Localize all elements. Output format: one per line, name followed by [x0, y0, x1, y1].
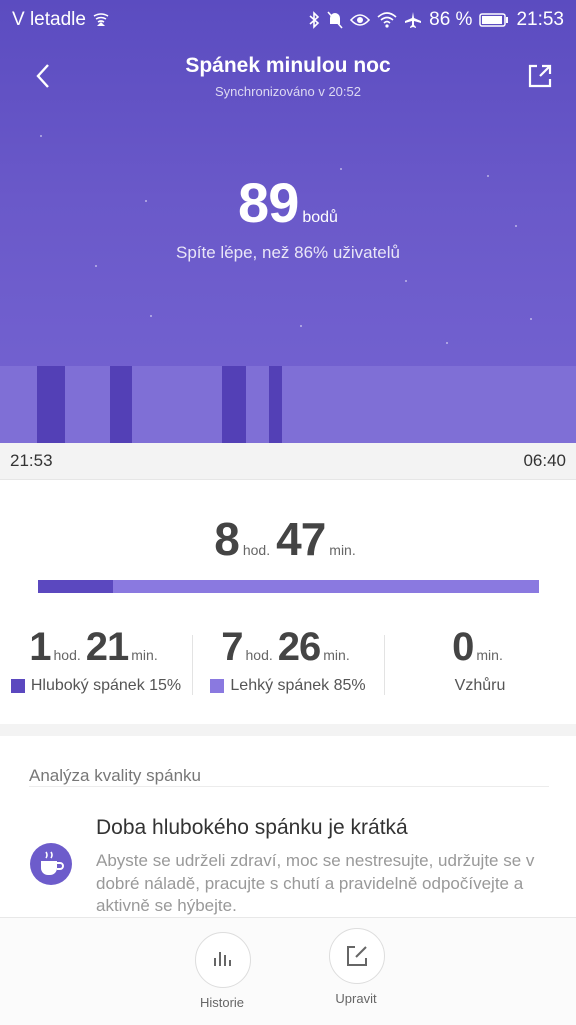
bottom-bar: Historie Upravit	[0, 917, 576, 1025]
light-minutes-unit: min.	[323, 647, 350, 663]
sleep-score: 89 bodů	[0, 170, 576, 235]
deep-sleep-segment	[110, 366, 132, 443]
awake-minutes-unit: min.	[476, 647, 503, 663]
airplay-icon	[92, 13, 110, 27]
page-title: Spánek minulou noc	[185, 54, 391, 77]
wifi-icon	[377, 12, 397, 28]
deep-sleep-segment	[268, 366, 283, 443]
total-hours: 8	[214, 513, 240, 565]
eye-icon	[350, 13, 371, 27]
clock: 21:53	[516, 9, 564, 30]
sleep-end-time: 06:40	[523, 451, 566, 470]
share-icon[interactable]	[524, 60, 556, 92]
light-hours-unit: hod.	[245, 647, 273, 663]
hero-panel: V letadle 86 % 21:53 Spánek minulou noc …	[0, 0, 576, 443]
total-minutes-unit: min.	[329, 542, 356, 558]
sleep-timeline-chart[interactable]	[0, 366, 576, 443]
history-label[interactable]: Historie	[172, 995, 272, 1010]
sleep-start-time: 21:53	[10, 451, 53, 470]
analysis-section-title: Analýza kvality spánku	[29, 766, 201, 785]
airplane-icon	[404, 11, 422, 29]
edit-label[interactable]: Upravit	[306, 991, 406, 1006]
light-sleep-band	[0, 366, 576, 443]
sleep-ratio-bar	[38, 580, 539, 593]
coffee-cup-icon	[30, 843, 72, 885]
status-bar: V letadle 86 % 21:53	[0, 0, 576, 40]
score-unit: bodů	[302, 209, 338, 226]
battery-percent: 86 %	[429, 9, 473, 30]
total-sleep-duration: 8 hod. 47 min.	[0, 512, 576, 566]
deep-sleep-stat: 1 hod. 21 min. Hluboký spánek 15%	[0, 625, 192, 705]
awake-stat: 0 min. Vzhůru	[384, 625, 576, 705]
light-minutes: 26	[277, 625, 321, 669]
mute-icon	[327, 11, 343, 29]
score-comparison: Spíte lépe, než 86% uživatelů	[176, 243, 400, 262]
deep-hours: 1	[29, 625, 51, 669]
light-sleep-swatch	[210, 679, 225, 693]
total-hours-unit: hod.	[242, 542, 271, 558]
tip-body: Abyste se udrželi zdraví, moc se nestres…	[96, 851, 535, 915]
light-hours: 7	[221, 625, 243, 669]
awake-label: Vzhůru	[454, 677, 506, 694]
deep-sleep-label: Hluboký spánek 15%	[30, 677, 182, 694]
bluetooth-icon	[308, 11, 320, 29]
light-sleep-stat: 7 hod. 26 min. Lehký spánek 85%	[192, 625, 384, 705]
section-divider	[0, 724, 576, 736]
score-value: 89	[238, 171, 299, 234]
history-button[interactable]	[195, 932, 251, 988]
tip-title: Doba hlubokého spánku je krátká	[96, 816, 408, 839]
deep-sleep-swatch	[10, 679, 25, 693]
deep-minutes: 21	[85, 625, 129, 669]
battery-icon	[479, 13, 509, 27]
edit-icon	[347, 946, 367, 966]
deep-sleep-segment	[36, 366, 66, 443]
light-sleep-label: Lehký spánek 85%	[230, 677, 366, 694]
total-minutes: 47	[276, 513, 326, 565]
sync-status: Synchronizováno v 20:52	[215, 84, 361, 99]
deep-hours-unit: hod.	[53, 647, 81, 663]
deep-sleep-ratio	[38, 580, 114, 593]
divider	[29, 786, 549, 787]
deep-minutes-unit: min.	[131, 647, 158, 663]
awake-minutes: 0	[452, 625, 474, 669]
carrier-label: V letadle	[12, 9, 86, 30]
sleep-breakdown: 1 hod. 21 min. Hluboký spánek 15% 7 hod. 26 mi…	[0, 625, 576, 705]
deep-sleep-segment	[221, 366, 246, 443]
bar-chart-icon	[214, 952, 231, 966]
edit-button[interactable]	[329, 928, 385, 984]
timeline-times: 21:53 06:40	[0, 443, 576, 480]
